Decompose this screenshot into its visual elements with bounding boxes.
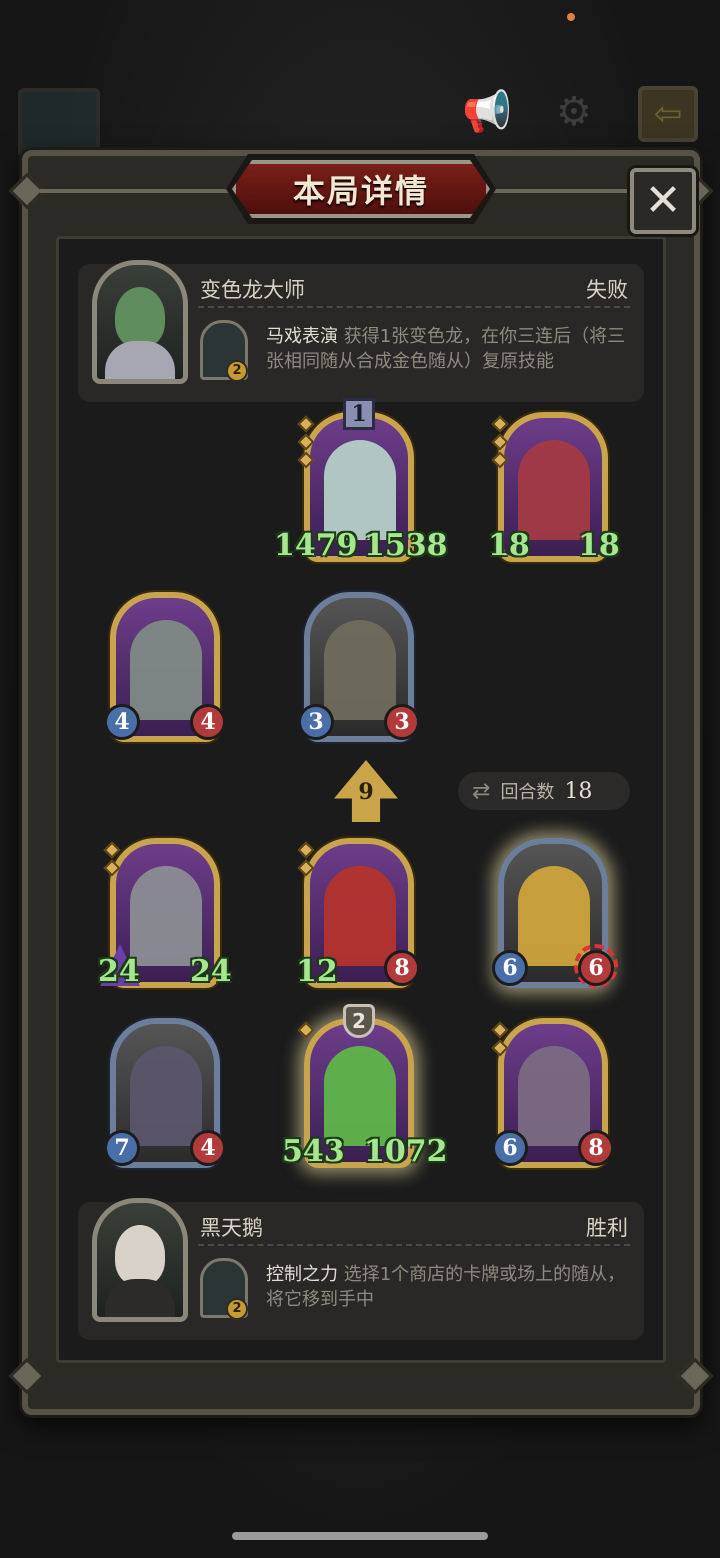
player-result: 胜利 bbox=[586, 1216, 628, 1240]
minion-card[interactable]: 12 8 bbox=[296, 834, 420, 996]
minion-card[interactable]: 2 543 1072 bbox=[282, 1004, 448, 1176]
health-value: 24 bbox=[190, 954, 232, 989]
title-rule-left bbox=[40, 189, 230, 193]
card-art bbox=[324, 1046, 396, 1146]
megaphone-icon: 📢 bbox=[462, 89, 512, 135]
card-art bbox=[518, 1046, 590, 1146]
minion-card[interactable]: 24 24 bbox=[98, 834, 232, 996]
card-art bbox=[324, 866, 396, 966]
star-pips bbox=[297, 841, 315, 880]
skill-level-badge: 2 bbox=[226, 360, 248, 382]
health-value: 4 bbox=[190, 1130, 226, 1166]
swap-arrows-icon: ⇄ bbox=[472, 778, 491, 804]
tier-badge: 1 bbox=[343, 398, 375, 430]
star-pips bbox=[491, 415, 509, 472]
star-pips bbox=[103, 841, 121, 880]
exit-icon: ⇦ bbox=[638, 86, 698, 142]
opponent-skill-description: 马戏表演 获得1张变色龙，在你三连后（将三张相同随从合成金色随从）复原技能 bbox=[266, 324, 634, 374]
card-art bbox=[130, 1046, 202, 1146]
minion-card[interactable]: 3 3 bbox=[298, 588, 420, 750]
title-rule-right bbox=[492, 189, 628, 193]
star-pips bbox=[297, 1021, 315, 1042]
health-value: 18 bbox=[578, 528, 620, 563]
level-badge: 2 bbox=[343, 1004, 375, 1038]
background-avatar bbox=[18, 88, 100, 158]
health-value: 8 bbox=[384, 950, 420, 986]
health-value: 1538 bbox=[364, 528, 448, 563]
gear-icon: ⚙ bbox=[556, 89, 592, 135]
card-art bbox=[130, 866, 202, 966]
tier-value: 9 bbox=[358, 779, 374, 805]
minion-card[interactable]: 4 4 bbox=[104, 588, 226, 750]
attack-value: 4 bbox=[104, 704, 140, 740]
attack-value: 12 bbox=[296, 954, 338, 989]
star-pips bbox=[297, 415, 315, 472]
skill-name: 控制之力 bbox=[266, 1264, 338, 1285]
health-value: 6 bbox=[578, 950, 614, 986]
attack-value: 1479 bbox=[274, 528, 358, 563]
opponent-panel: 变色龙大师 失败 2 马戏表演 获得1张变色龙，在你三连后（将三张相同随从合成金… bbox=[78, 260, 644, 402]
minion-card[interactable]: 1 1479 1538 bbox=[274, 398, 448, 570]
skill-name: 马戏表演 bbox=[266, 326, 338, 347]
health-value: 1072 bbox=[364, 1134, 448, 1169]
player-portrait bbox=[92, 1198, 188, 1322]
card-art bbox=[518, 440, 590, 540]
card-art bbox=[324, 620, 396, 720]
close-button[interactable]: ✕ bbox=[630, 168, 696, 234]
divider bbox=[198, 306, 630, 308]
player-panel: 黑天鹅 胜利 2 控制之力 选择1个商店的卡牌或场上的随从，将它移到手中 bbox=[78, 1198, 644, 1340]
round-value: 18 bbox=[564, 778, 593, 804]
divider bbox=[198, 1244, 630, 1246]
skill-level-badge: 2 bbox=[226, 1298, 248, 1320]
close-icon: ✕ bbox=[644, 175, 682, 226]
notification-dot bbox=[567, 13, 575, 21]
attack-value: 543 bbox=[282, 1134, 345, 1169]
round-counter: ⇄ 回合数 18 bbox=[458, 772, 630, 810]
minion-card[interactable]: 18 18 bbox=[488, 408, 620, 570]
home-indicator[interactable] bbox=[232, 1532, 488, 1540]
card-art bbox=[324, 440, 396, 540]
attack-value: 7 bbox=[104, 1130, 140, 1166]
player-skill-description: 控制之力 选择1个商店的卡牌或场上的随从，将它移到手中 bbox=[266, 1262, 634, 1312]
star-pips bbox=[491, 1021, 509, 1060]
opponent-name: 变色龙大师 bbox=[200, 278, 305, 302]
minion-card[interactable]: 6 8 bbox=[491, 1014, 614, 1176]
minion-card[interactable]: 6 6 bbox=[492, 834, 618, 996]
attack-value: 6 bbox=[492, 950, 528, 986]
health-value: 3 bbox=[384, 704, 420, 740]
dialog-title: 本局详情 bbox=[292, 172, 429, 210]
attack-value: 24 bbox=[98, 954, 140, 989]
round-label: 回合数 bbox=[500, 782, 555, 803]
attack-value: 18 bbox=[488, 528, 530, 563]
opponent-result: 失败 bbox=[586, 278, 628, 302]
card-art bbox=[130, 620, 202, 720]
health-value: 4 bbox=[190, 704, 226, 740]
attack-value: 3 bbox=[298, 704, 334, 740]
attack-value: 6 bbox=[492, 1130, 528, 1166]
player-name: 黑天鹅 bbox=[200, 1216, 263, 1240]
title-banner: 本局详情 bbox=[232, 160, 490, 218]
health-value: 8 bbox=[578, 1130, 614, 1166]
minion-card[interactable]: 7 4 bbox=[104, 1014, 226, 1176]
opponent-portrait bbox=[92, 260, 188, 384]
